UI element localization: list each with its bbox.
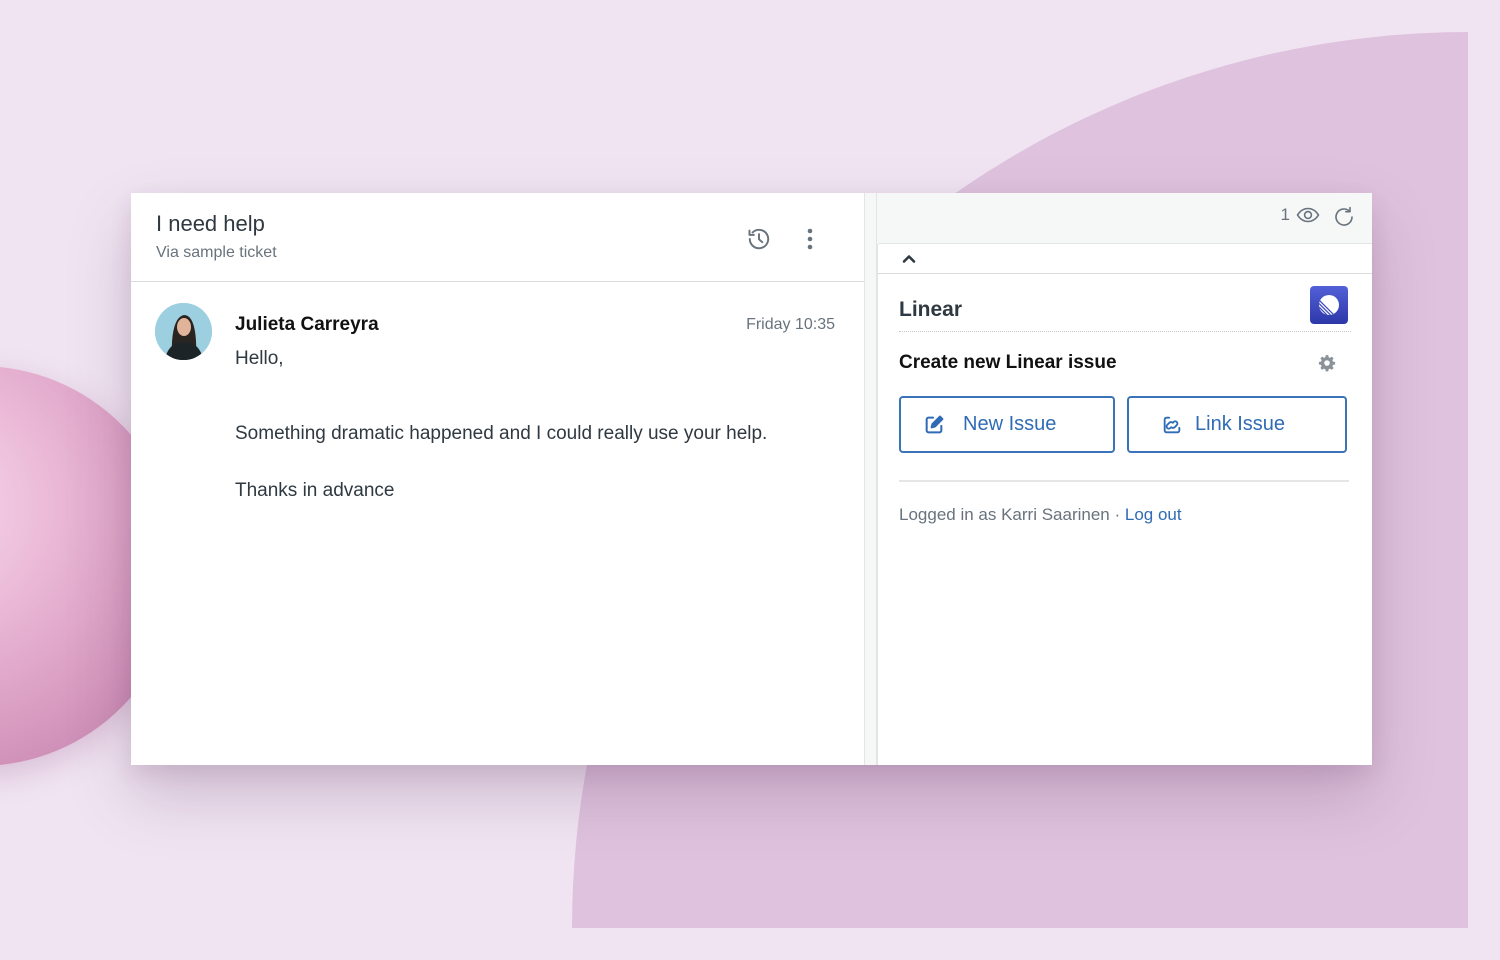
link-issue-label: Link Issue xyxy=(1195,413,1286,435)
app-frame: Linear Create new Linear issue New Issue… xyxy=(877,243,1372,765)
more-vertical-icon[interactable] xyxy=(796,225,824,253)
apps-toolbar: 1 xyxy=(877,193,1372,243)
link-icon xyxy=(1163,416,1181,433)
new-issue-label: New Issue xyxy=(963,413,1057,435)
new-issue-button[interactable]: New Issue xyxy=(899,396,1115,453)
ticket-window: I need help Via sample ticket Julieta Ca… xyxy=(131,193,1372,765)
ticket-header: I need help Via sample ticket xyxy=(131,193,864,282)
linear-app: Linear Create new Linear issue New Issue… xyxy=(878,274,1372,525)
avatar xyxy=(155,303,212,360)
app-name: Linear xyxy=(899,298,963,321)
action-buttons: New Issue Link Issue xyxy=(899,396,1351,453)
history-icon[interactable] xyxy=(745,225,773,253)
gear-icon[interactable] xyxy=(1318,354,1336,372)
message-author: Julieta Carreyra xyxy=(235,314,379,335)
edit-icon xyxy=(925,415,944,433)
pane-divider[interactable] xyxy=(864,193,877,765)
message-line: Hello, xyxy=(235,348,284,369)
message: Julieta Carreyra Friday 10:35 Hello, Som… xyxy=(131,282,864,501)
message-timestamp: Friday 10:35 xyxy=(746,316,835,333)
section-title: Create new Linear issue xyxy=(899,352,1117,373)
message-line: Something dramatic happened and I could … xyxy=(235,423,768,444)
logout-link[interactable]: Log out xyxy=(1125,505,1182,524)
chevron-up-icon[interactable] xyxy=(900,250,918,268)
message-line: Thanks in advance xyxy=(235,480,395,501)
viewers-indicator[interactable]: 1 xyxy=(1281,205,1320,225)
apps-panel: 1 Linear Create new Linear issue New Iss… xyxy=(877,193,1372,765)
link-issue-button[interactable]: Link Issue xyxy=(1127,396,1347,453)
separator xyxy=(899,480,1349,482)
eye-icon xyxy=(1296,207,1320,223)
app-header: Linear xyxy=(899,274,1351,332)
linear-logo-icon xyxy=(1310,286,1348,324)
app-collapse-bar xyxy=(878,244,1372,274)
login-text: Logged in as Karri Saarinen · xyxy=(899,505,1125,524)
ticket-pane: I need help Via sample ticket Julieta Ca… xyxy=(131,193,864,765)
refresh-icon[interactable] xyxy=(1332,205,1356,229)
viewer-count: 1 xyxy=(1280,205,1290,224)
section-header: Create new Linear issue xyxy=(899,332,1351,396)
message-body: Hello, Something dramatic happened and I… xyxy=(235,348,767,519)
login-status: Logged in as Karri Saarinen · Log out xyxy=(899,505,1351,525)
